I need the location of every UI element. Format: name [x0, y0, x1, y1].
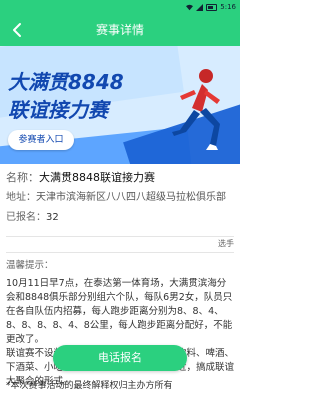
wifi-icon [186, 4, 194, 10]
banner-headline-1: 大满贯8848 [8, 70, 124, 94]
status-time: 5:16 [220, 3, 236, 11]
page-title: 赛事详情 [95, 23, 144, 37]
event-address: 天津市滨海新区八八四八超级马拉松俱乐部 [36, 192, 226, 203]
status-icons: 5:16 [186, 0, 236, 14]
tips-header: 温馨提示： [6, 260, 54, 271]
banner-headline-2: 联谊接力赛 [8, 98, 108, 122]
divider [6, 252, 234, 253]
signal-icon [196, 3, 204, 11]
bottom-note: *本次赛事活动的最终解释权归主办方所有 [6, 381, 173, 391]
event-address-row: 地址：天津市滨海新区八八四八超级马拉松俱乐部 [6, 188, 234, 208]
status-bar: 5:16 [0, 0, 240, 14]
app-bar: 赛事详情 [0, 14, 240, 46]
event-name: 大满贯8848联谊接力赛 [39, 171, 155, 184]
participant-tag: 选手 [218, 239, 234, 248]
tips-paragraph-1: 10月11日早7点，在泰达第一体育场，大满贯滨海分会和8848俱乐部分别组六个队… [6, 278, 233, 345]
registered-label: 已报名： [6, 212, 46, 223]
runner-illustration-icon [172, 69, 220, 150]
name-label: 名称： [6, 171, 39, 184]
event-name-row: 名称：大满贯8848联谊接力赛 [6, 168, 234, 188]
phone-register-button[interactable]: 电话报名 [53, 345, 187, 371]
address-label: 地址： [6, 192, 36, 203]
divider [6, 236, 234, 237]
event-info: 名称：大满贯8848联谊接力赛 地址：天津市滨海新区八八四八超级马拉松俱乐部 已… [6, 168, 234, 228]
participant-entrance-button[interactable]: 参赛者入口 [8, 130, 74, 150]
registered-row: 已报名：32 [6, 208, 234, 228]
registered-count: 32 [46, 212, 59, 223]
battery-icon [206, 3, 218, 11]
event-banner: 大满贯8848 联谊接力赛 参赛者入口 [0, 46, 240, 164]
